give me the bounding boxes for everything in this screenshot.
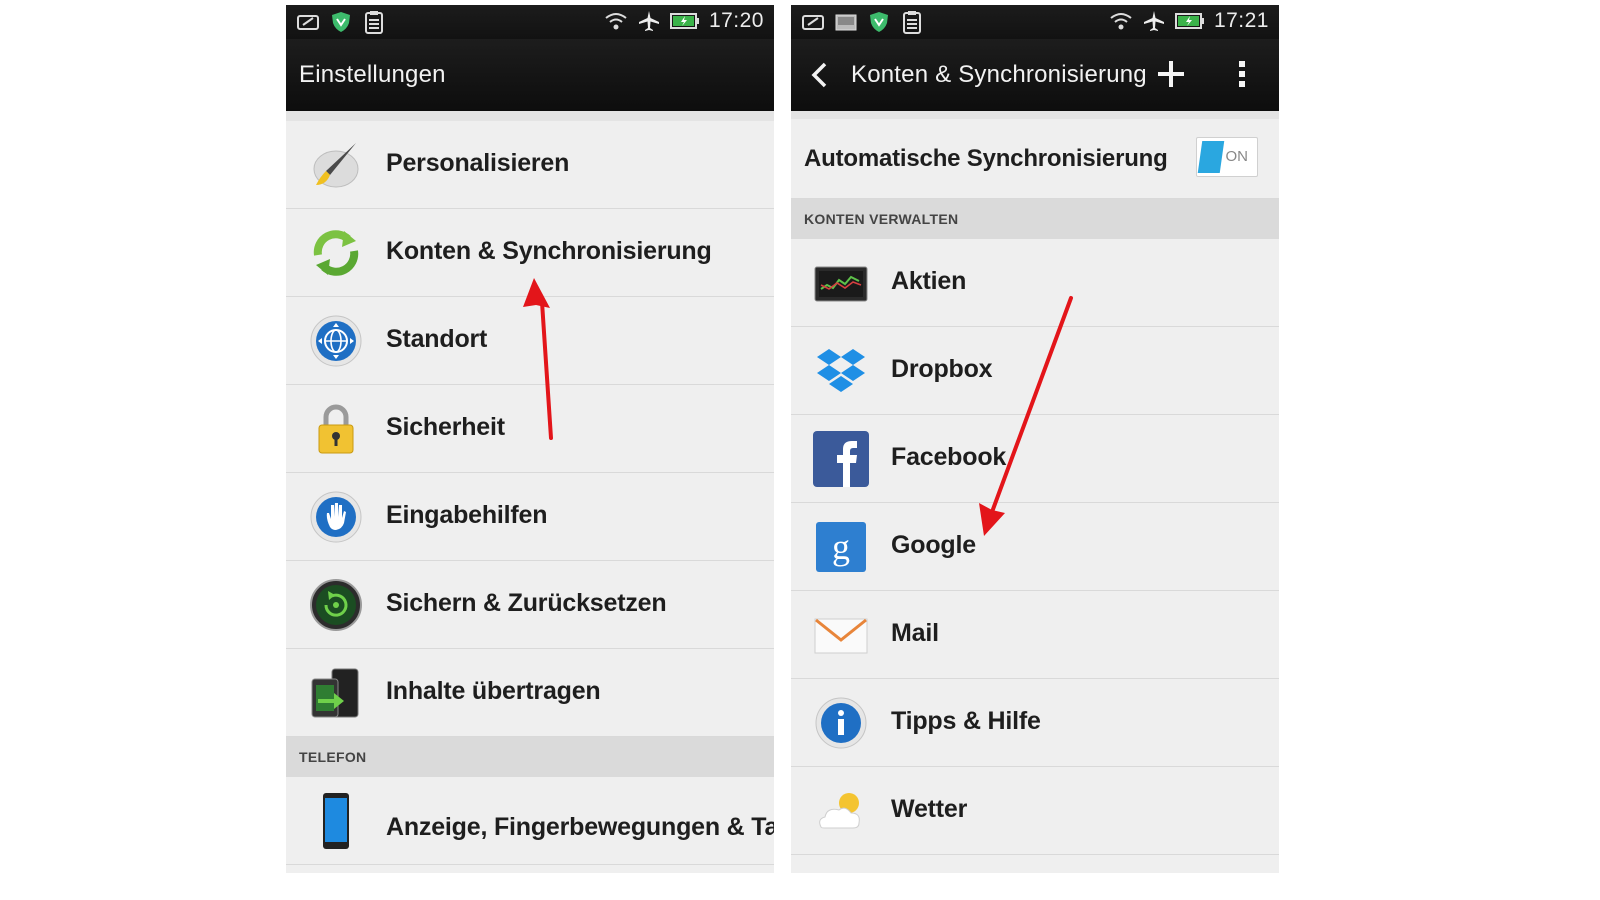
clipboard-icon — [900, 10, 924, 34]
google-icon: g — [813, 519, 869, 575]
brush-icon — [308, 137, 364, 193]
action-bar: Einstellungen — [286, 39, 774, 111]
notification-icon — [801, 10, 825, 34]
page-title: Konten & Synchronisierung — [851, 61, 1147, 88]
hand-icon — [308, 489, 364, 545]
toggle-state: ON — [1225, 148, 1249, 165]
shield-icon — [867, 10, 891, 34]
lock-icon — [308, 401, 364, 457]
settings-item-standort[interactable]: Standort — [286, 297, 774, 385]
airplane-icon — [637, 9, 661, 33]
dropbox-icon — [813, 343, 869, 399]
settings-screen: 17:20 Einstellungen Personalisieren Kont… — [286, 5, 774, 873]
airplane-icon — [1142, 9, 1166, 33]
status-time: 17:21 — [1213, 9, 1269, 32]
sync-icon — [308, 225, 364, 281]
battery-icon — [669, 9, 700, 33]
account-item-wetter[interactable]: Wetter — [791, 767, 1279, 855]
account-item-tipps-hilfe[interactable]: Tipps & Hilfe — [791, 679, 1279, 767]
facebook-icon — [813, 431, 869, 487]
accounts-sync-screen: 17:21 Konten & Synchronisierung Automati… — [791, 5, 1279, 873]
info-icon — [813, 695, 869, 751]
battery-icon — [1174, 9, 1205, 33]
account-item-dropbox[interactable]: Dropbox — [791, 327, 1279, 415]
notification-icon — [296, 10, 320, 34]
auto-sync-toggle[interactable]: ON — [1196, 137, 1258, 177]
transfer-icon — [308, 665, 364, 721]
phone-icon — [308, 791, 364, 851]
action-bar: Konten & Synchronisierung — [791, 39, 1279, 111]
auto-sync-label: Automatische Synchronisierung — [804, 145, 1168, 172]
more-vert-icon — [1239, 61, 1245, 87]
section-header-konten-verwalten: KONTEN VERWALTEN — [791, 199, 1279, 239]
settings-item-eingabehilfen[interactable]: Eingabehilfen — [286, 473, 774, 561]
settings-item-anzeige[interactable]: Anzeige, Fingerbewegungen & Tasten — [286, 777, 774, 865]
status-time: 17:20 — [708, 9, 764, 32]
status-bar: 17:21 — [791, 5, 1279, 39]
settings-item-inhalte-uebertragen[interactable]: Inhalte übertragen — [286, 649, 774, 737]
list-top-divider — [791, 111, 1279, 119]
settings-item-sichern-zuruecksetzen[interactable]: Sichern & Zurücksetzen — [286, 561, 774, 649]
wifi-icon — [604, 9, 628, 33]
weather-icon — [813, 783, 869, 839]
shield-icon — [329, 10, 353, 34]
backup-icon — [308, 577, 364, 633]
globe-icon — [308, 313, 364, 369]
image-icon — [834, 10, 858, 34]
account-item-aktien[interactable]: Aktien — [791, 239, 1279, 327]
wifi-icon — [1109, 9, 1133, 33]
clipboard-icon — [362, 10, 386, 34]
overflow-menu-button[interactable] — [1231, 57, 1253, 91]
page-title: Einstellungen — [299, 61, 446, 88]
plus-icon — [1158, 61, 1184, 87]
account-item-mail[interactable]: Mail — [791, 591, 1279, 679]
settings-item-konten-synchronisierung[interactable]: Konten & Synchronisierung — [286, 209, 774, 297]
settings-item-sicherheit[interactable]: Sicherheit — [286, 385, 774, 473]
add-account-button[interactable] — [1154, 57, 1188, 91]
status-bar: 17:20 — [286, 5, 774, 39]
account-item-facebook[interactable]: Facebook — [791, 415, 1279, 503]
back-button[interactable] — [805, 59, 835, 91]
account-item-google[interactable]: g Google — [791, 503, 1279, 591]
auto-sync-row[interactable]: Automatische Synchronisierung ON — [791, 119, 1279, 199]
settings-item-personalisieren[interactable]: Personalisieren — [286, 121, 774, 209]
section-header-telefon: TELEFON — [286, 737, 774, 777]
svg-text:g: g — [832, 527, 850, 567]
mail-icon — [813, 607, 869, 663]
stocks-icon — [813, 255, 869, 311]
list-top-divider — [286, 111, 774, 121]
chevron-left-icon — [811, 62, 827, 88]
